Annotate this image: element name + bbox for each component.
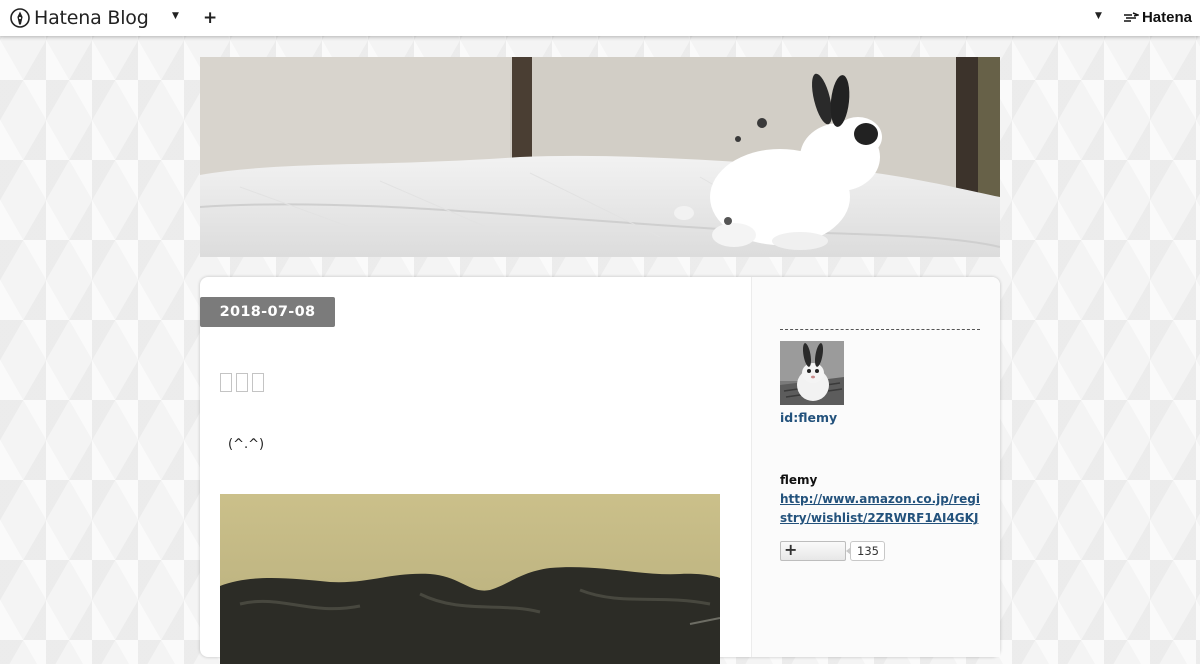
profile-url-link[interactable]: http://www.amazon.co.jp/registry/wishlis… [780, 490, 980, 528]
user-menu-caret-icon[interactable]: ▼ [1095, 11, 1102, 21]
entry-photo[interactable] [220, 494, 720, 664]
entry-body-text: (^.^) [228, 437, 265, 452]
hatena-text: Hatena [1141, 9, 1192, 26]
entry-title-glyph [220, 373, 232, 392]
blog-header-image[interactable] [200, 57, 1000, 257]
blog-menu-caret-icon[interactable]: ▼ [172, 11, 179, 21]
follow-button[interactable]: + [780, 540, 846, 561]
entry-photo-black-bags [220, 494, 720, 664]
content-box: 2018-07-08 (^.^) id:flemy flemy http://w… [200, 277, 1000, 664]
header-photo-white-rabbit-on-bed [200, 57, 1000, 257]
profile-id-link[interactable]: id:flemy [780, 410, 837, 425]
entry-title-glyph [252, 373, 264, 392]
profile-name: flemy [780, 473, 818, 487]
hatena-menu[interactable]: Hatena [1123, 9, 1192, 26]
hatena-blog-logo[interactable]: Hatena Blog [10, 7, 149, 29]
hatena-bird-icon [1123, 11, 1139, 22]
plus-icon: + [784, 540, 798, 559]
rabbit-avatar-photo [780, 341, 844, 405]
profile-avatar[interactable] [780, 341, 844, 405]
add-entry-plus-icon[interactable]: + [203, 8, 217, 28]
logo-text: Hatena Blog [34, 7, 149, 29]
entry-title[interactable] [220, 373, 264, 392]
follower-count: 135 [846, 541, 885, 561]
entry-title-glyph [236, 373, 248, 392]
sidebar-divider [780, 329, 980, 330]
sidebar [751, 277, 1000, 657]
entry-date-badge[interactable]: 2018-07-08 [200, 297, 335, 327]
hatena-blog-pen-icon [10, 8, 30, 28]
global-header: Hatena Blog ▼ + ▼ Hatena [0, 0, 1200, 36]
